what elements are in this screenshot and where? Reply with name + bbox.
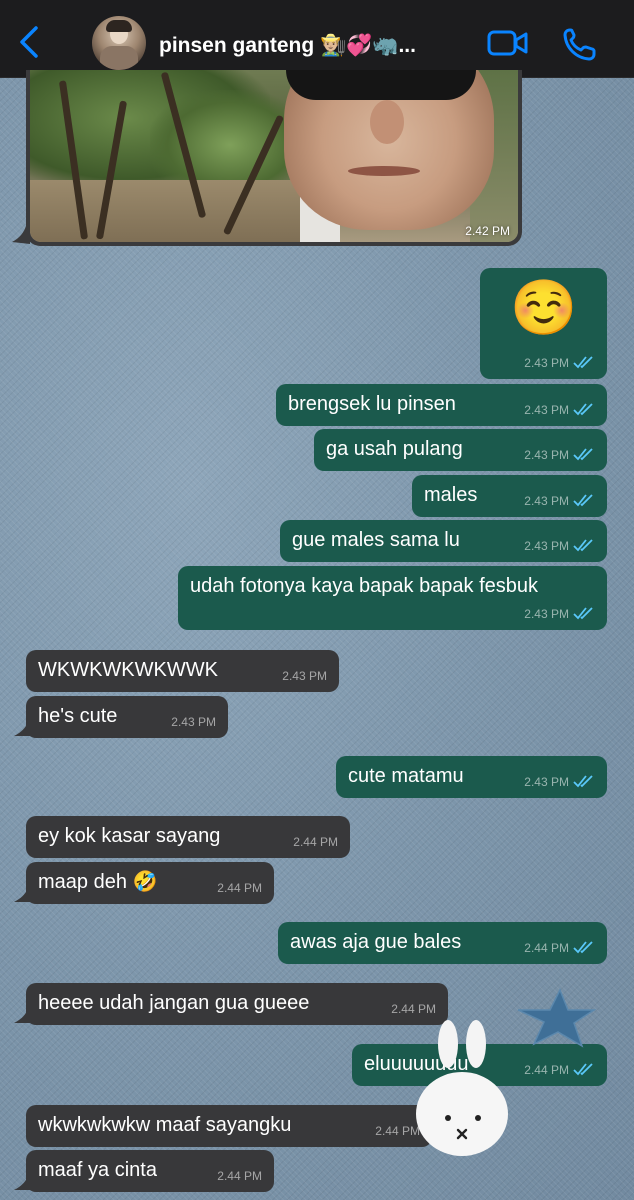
read-receipt-icon	[573, 356, 593, 369]
message-time: 2.43 PM	[524, 403, 569, 417]
bubble-tail	[14, 722, 32, 736]
message-text: maaf ya cinta	[38, 1159, 157, 1181]
read-receipt-icon	[573, 1063, 593, 1076]
video-camera-icon	[487, 30, 528, 56]
message-time: 2.43 PM	[524, 356, 569, 370]
chat-header: pinsen ganteng 👨🏼‍🌾💞🦏...	[0, 0, 634, 78]
message-time: 2.43 PM	[282, 669, 327, 683]
message-time: 2.43 PM	[171, 715, 216, 729]
incoming-message[interactable]: maap deh 🤣 2.44 PM	[26, 862, 274, 904]
voice-call-button[interactable]	[561, 26, 599, 62]
message-text: ey kok kasar sayang	[38, 825, 221, 847]
message-time: 2.44 PM	[293, 835, 338, 849]
outgoing-message[interactable]: ga usah pulang 2.43 PM	[314, 429, 607, 471]
contact-avatar[interactable]	[92, 16, 146, 70]
bubble-tail	[14, 1009, 32, 1023]
message-time: 2.44 PM	[524, 941, 569, 955]
message-text: heeee udah jangan gua gueee	[38, 992, 310, 1014]
read-receipt-icon	[573, 403, 593, 416]
message-text: brengsek lu pinsen	[288, 393, 456, 415]
incoming-message[interactable]: wkwkwkwkw maaf sayangku 2.44 PM	[26, 1105, 432, 1147]
message-time: 2.43 PM	[524, 775, 569, 789]
message-time: 2.44 PM	[524, 1063, 569, 1077]
outgoing-message[interactable]: gue males sama lu 2.43 PM	[280, 520, 607, 562]
read-receipt-icon	[573, 494, 593, 507]
read-receipt-icon	[573, 448, 593, 461]
read-receipt-icon	[573, 539, 593, 552]
chevron-left-icon	[20, 26, 38, 58]
message-text: males	[424, 484, 478, 506]
incoming-message[interactable]: maaf ya cinta 2.44 PM	[26, 1150, 274, 1192]
star-sticker	[517, 988, 597, 1048]
outgoing-message[interactable]: ☺️ 2.43 PM	[480, 268, 607, 379]
message-time: 2.43 PM	[524, 607, 569, 621]
message-text: wkwkwkwkw maaf sayangku	[38, 1114, 292, 1136]
photo-message[interactable]: 2.42 PM	[26, 70, 522, 246]
message-text: awas aja gue bales	[290, 931, 462, 953]
message-time: 2.44 PM	[391, 1002, 436, 1016]
message-text: udah fotonya kaya bapak bapak fesbuk	[190, 575, 539, 597]
message-time: 2.43 PM	[524, 448, 569, 462]
outgoing-message[interactable]: udah fotonya kaya bapak bapak fesbuk 2.43…	[178, 566, 607, 630]
message-time: 2.43 PM	[524, 494, 569, 508]
incoming-message[interactable]: heeee udah jangan gua gueee 2.44 PM	[26, 983, 448, 1025]
message-time: 2.44 PM	[217, 881, 262, 895]
outgoing-message[interactable]: males 2.43 PM	[412, 475, 607, 517]
outgoing-message[interactable]: brengsek lu pinsen 2.43 PM	[276, 384, 607, 426]
back-button[interactable]	[14, 24, 44, 60]
message-text: maap deh 🤣	[38, 871, 158, 893]
bubble-tail	[14, 888, 32, 902]
message-time: 2.43 PM	[524, 539, 569, 553]
message-text: gue males sama lu	[292, 529, 460, 551]
bunny-sticker	[416, 1020, 508, 1156]
message-text: ga usah pulang	[326, 438, 463, 460]
outgoing-message[interactable]: awas aja gue bales 2.44 PM	[278, 922, 607, 964]
incoming-message[interactable]: WKWKWKWKWWK 2.43 PM	[26, 650, 339, 692]
bubble-tail	[12, 226, 30, 244]
read-receipt-icon	[573, 607, 593, 620]
message-text: WKWKWKWKWWK	[38, 659, 218, 681]
phone-icon	[563, 28, 596, 61]
incoming-message[interactable]: he's cute 2.43 PM	[26, 696, 228, 738]
read-receipt-icon	[573, 941, 593, 954]
message-text: he's cute	[38, 705, 118, 727]
message-text: cute matamu	[348, 765, 464, 787]
incoming-message[interactable]: ey kok kasar sayang 2.44 PM	[26, 816, 350, 858]
outgoing-message[interactable]: cute matamu 2.43 PM	[336, 756, 607, 798]
contact-name[interactable]: pinsen ganteng 👨🏼‍🌾💞🦏...	[159, 31, 416, 61]
message-text: ☺️	[510, 278, 578, 338]
read-receipt-icon	[573, 775, 593, 788]
message-time: 2.42 PM	[465, 224, 510, 238]
message-time: 2.44 PM	[217, 1169, 262, 1183]
video-call-button[interactable]	[486, 26, 530, 60]
selfie-photo[interactable]	[30, 70, 518, 242]
bubble-tail	[14, 1176, 32, 1190]
